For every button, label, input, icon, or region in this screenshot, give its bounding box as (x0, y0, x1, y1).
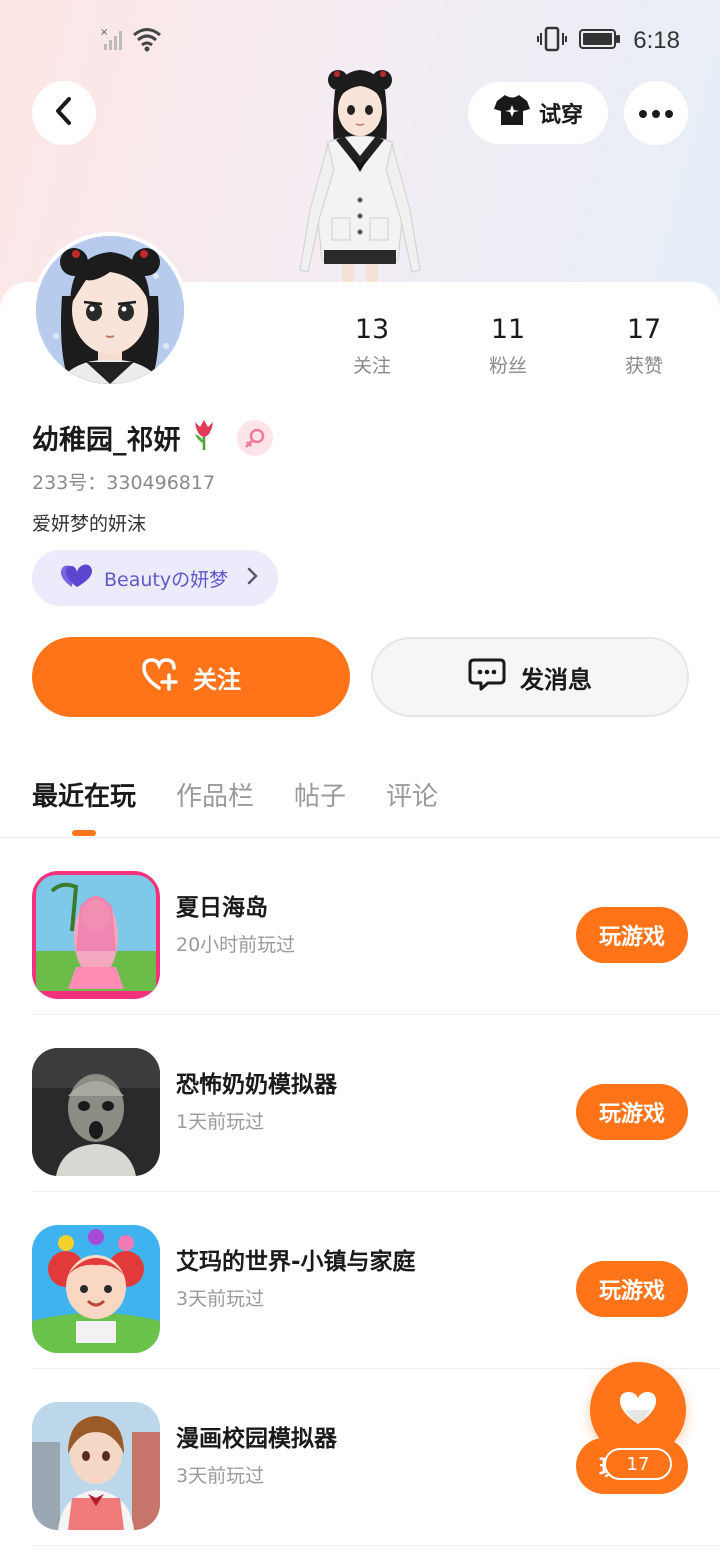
stat-value: 13 (354, 314, 390, 345)
last-played-time: 20小时前玩过 (176, 934, 296, 956)
vibrate-icon (537, 26, 568, 56)
tab-posts[interactable]: 帖子 (294, 776, 346, 813)
avatar-character-figure (280, 60, 440, 282)
profile-tabs: 最近在玩 作品栏 帖子 评论 (32, 776, 438, 813)
chevron-left-icon (52, 96, 76, 130)
last-played-time: 3天前玩过 (176, 1465, 265, 1487)
tshirt-icon (493, 93, 531, 133)
female-gender-icon (236, 419, 273, 456)
tab-recently-played[interactable]: 最近在玩 (32, 776, 136, 813)
list-item[interactable]: 夏日海岛 20小时前玩过 玩游戏 (32, 838, 720, 1015)
like-count-badge: 17 (604, 1448, 672, 1480)
signal-icon: × (100, 26, 126, 56)
last-played-time: 3天前玩过 (176, 1288, 265, 1310)
try-on-label: 试穿 (538, 103, 583, 128)
stat-value: 11 (490, 314, 526, 345)
stat-followers[interactable]: 11 粉丝 (453, 314, 563, 378)
game-name: 艾玛的世界-小镇与家庭 (176, 1249, 416, 1275)
stat-following[interactable]: 13 关注 (317, 314, 427, 378)
back-button[interactable] (32, 81, 96, 145)
user-id: 233号：330496817 (32, 472, 216, 494)
game-icon-granny-simulator (32, 1048, 160, 1176)
game-name: 夏日海岛 (176, 895, 268, 921)
message-button[interactable]: 发消息 (371, 637, 689, 717)
like-button[interactable] (590, 1362, 686, 1458)
list-item[interactable]: 艾玛的世界-小镇与家庭 3天前玩过 玩游戏 (32, 1192, 720, 1369)
game-icon-summer-island (32, 871, 160, 999)
chat-bubble-icon (468, 657, 506, 697)
game-icon-emma-world (32, 1225, 160, 1353)
game-icon-manga-school (32, 1402, 160, 1530)
active-tab-indicator (72, 830, 96, 836)
try-on-button[interactable]: 试穿 (468, 82, 608, 144)
follow-label: 关注 (193, 665, 241, 694)
divider (32, 1545, 720, 1546)
game-name: 漫画校园模拟器 (176, 1426, 337, 1452)
message-label: 发消息 (520, 665, 592, 694)
group-link[interactable]: Beautyの妍梦 (32, 550, 278, 606)
play-game-button[interactable]: 玩游戏 (576, 907, 688, 963)
stat-label: 关注 (352, 355, 391, 377)
stat-likes[interactable]: 17 获赞 (589, 314, 699, 378)
list-item[interactable]: 恐怖奶奶模拟器 1天前玩过 玩游戏 (32, 1015, 720, 1192)
heart-icon (618, 1390, 658, 1430)
play-game-button[interactable]: 玩游戏 (576, 1084, 688, 1140)
more-button[interactable] (624, 81, 688, 145)
stat-label: 获赞 (624, 355, 663, 377)
game-name: 恐怖奶奶模拟器 (176, 1072, 337, 1098)
nickname: 幼稚园_祁妍 (32, 425, 181, 456)
play-game-button[interactable]: 玩游戏 (576, 1261, 688, 1317)
stat-value: 17 (626, 314, 662, 345)
heart-pair-icon (60, 563, 94, 594)
more-dots-icon (638, 104, 674, 123)
tab-comments[interactable]: 评论 (386, 776, 438, 813)
last-played-time: 1天前玩过 (176, 1111, 265, 1133)
chevron-right-icon (246, 566, 260, 591)
follow-button[interactable]: 关注 (32, 637, 350, 717)
bio-text: 爱妍梦的妍沫 (32, 513, 147, 535)
battery-icon (579, 28, 621, 54)
tulip-icon (191, 418, 217, 457)
avatar[interactable] (32, 232, 188, 388)
tab-works[interactable]: 作品栏 (176, 776, 254, 813)
stat-label: 粉丝 (488, 355, 527, 377)
heart-plus-icon (141, 657, 179, 697)
clock: 6:18 (633, 27, 680, 54)
wifi-icon (132, 26, 162, 56)
profile-name-row: 幼稚园_祁妍 (32, 418, 273, 457)
group-label: Beautyの妍梦 (104, 568, 229, 591)
svg-text:×: × (100, 27, 108, 38)
